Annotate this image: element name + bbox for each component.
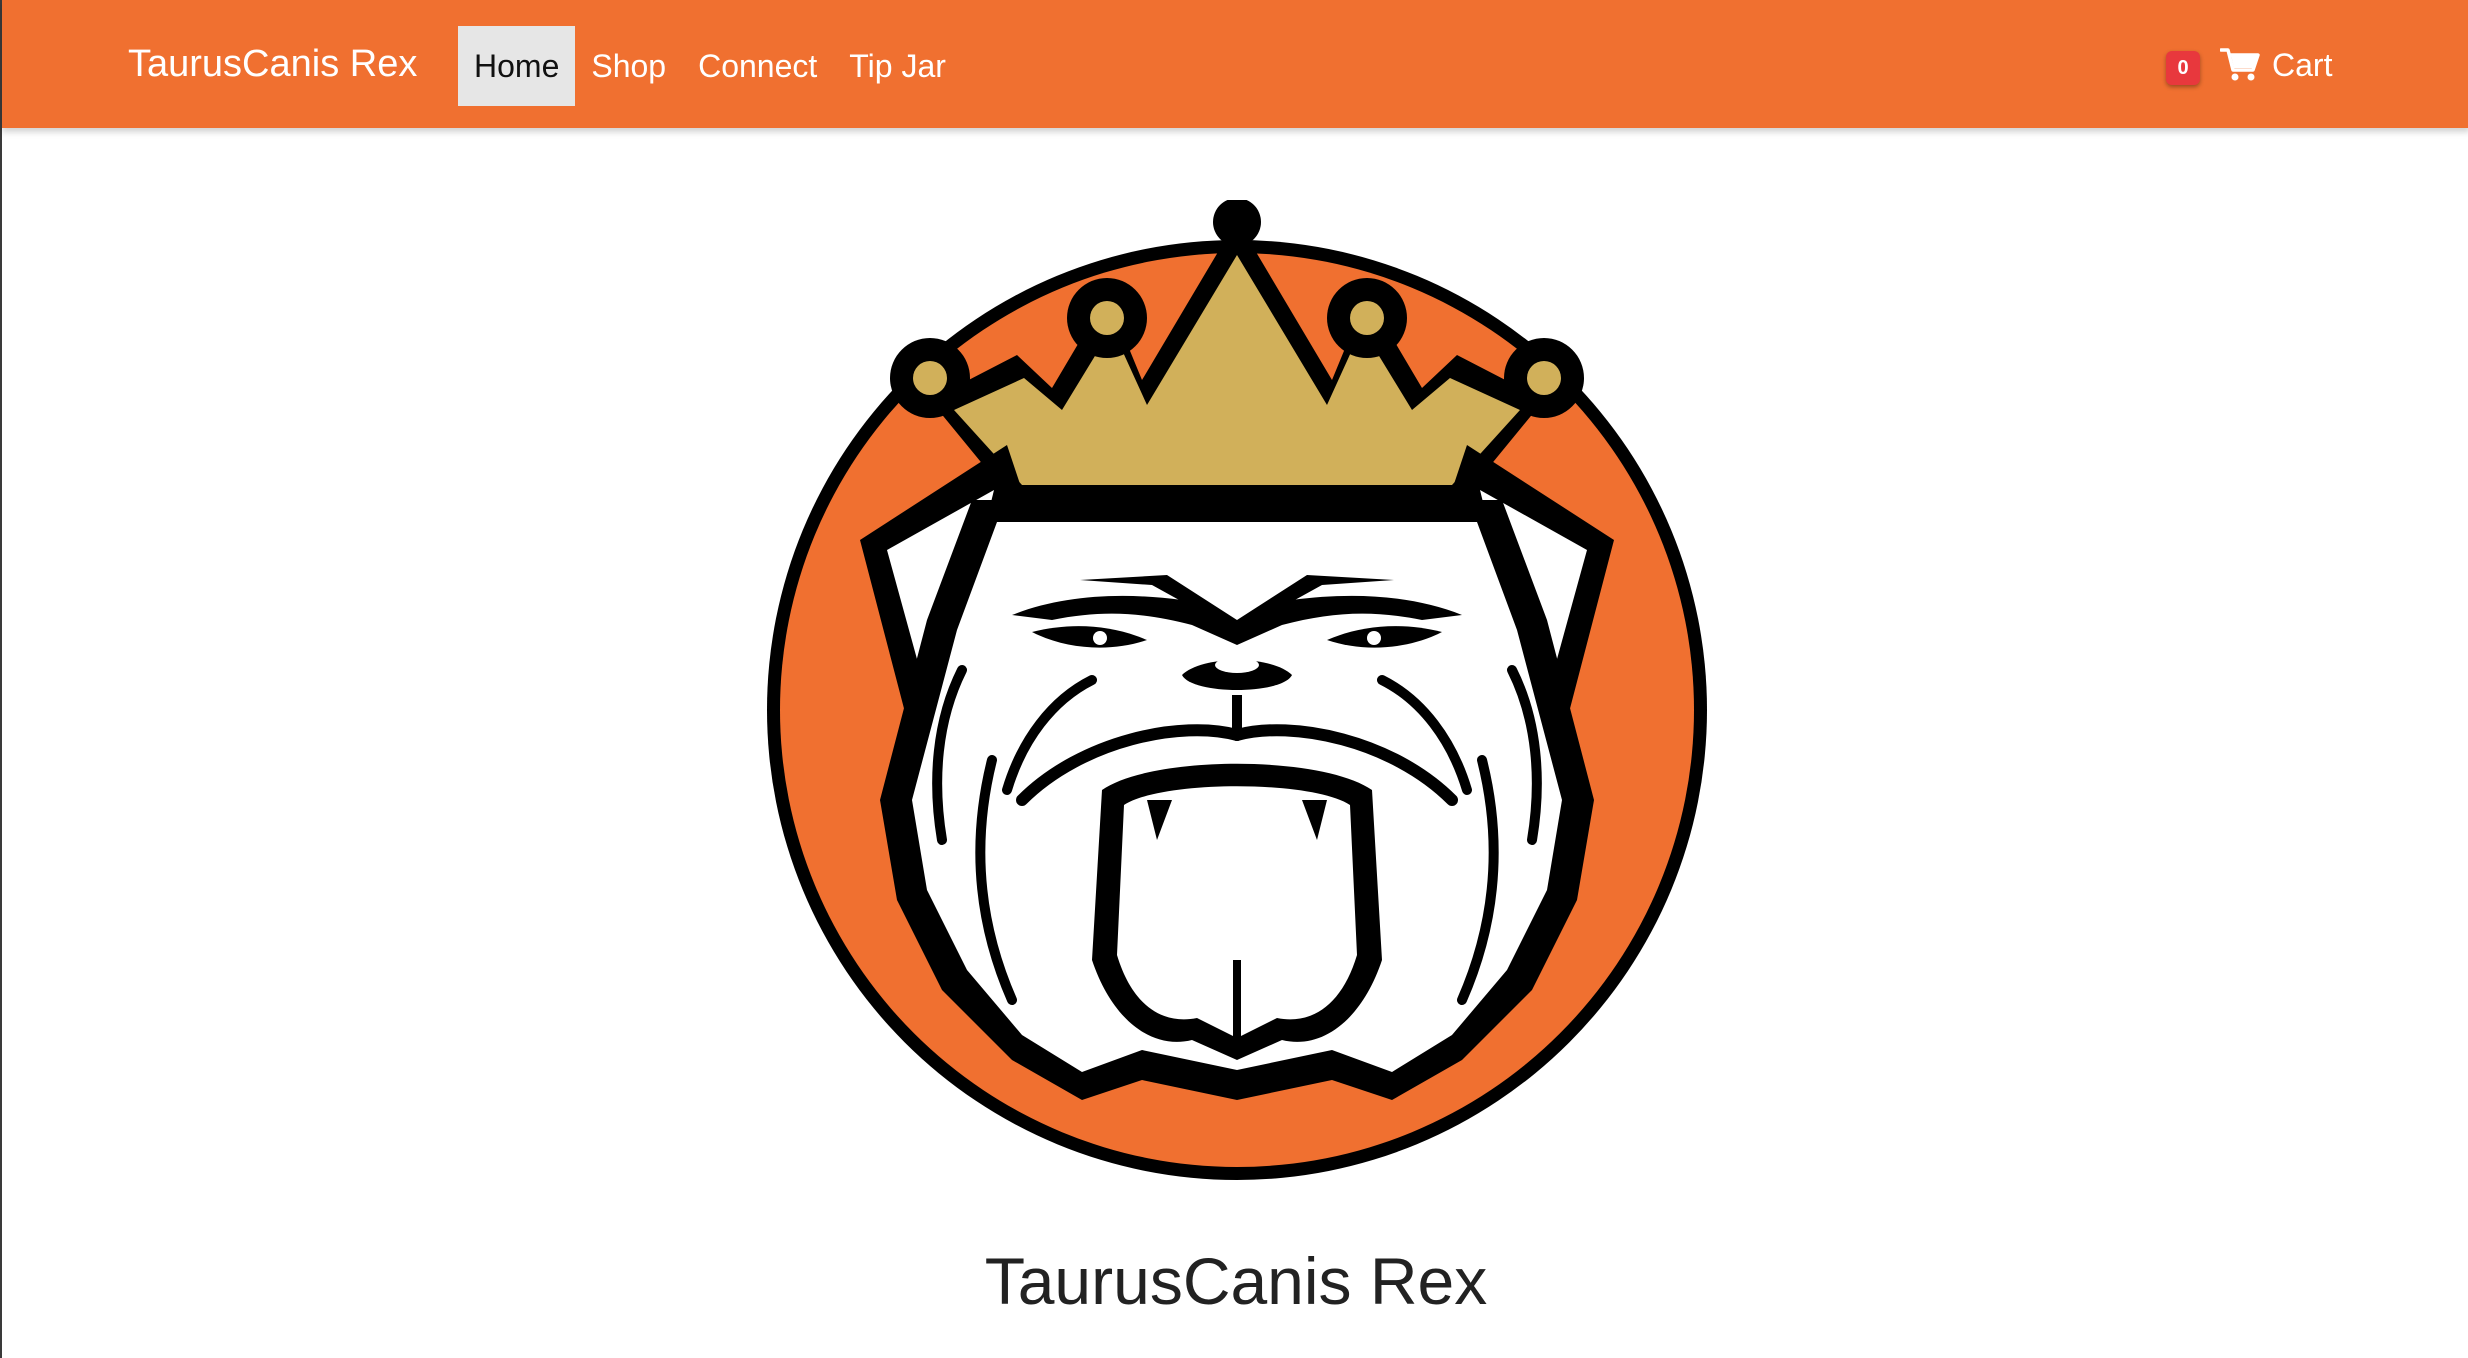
shopping-cart-icon	[2220, 48, 2260, 81]
nav-links: Home Shop Connect Tip Jar	[458, 26, 962, 106]
cart-button[interactable]: 0 Cart	[2166, 40, 2332, 90]
nav-link-tip-jar[interactable]: Tip Jar	[833, 26, 962, 106]
nav-link-connect[interactable]: Connect	[682, 26, 833, 106]
nav-link-shop[interactable]: Shop	[575, 26, 682, 106]
cart-label: Cart	[2272, 46, 2333, 83]
nav-link-home[interactable]: Home	[458, 26, 576, 106]
top-navbar: TaurusCanis Rex Home Shop Connect Tip Ja…	[2, 0, 2468, 128]
hero-title: TaurusCanis Rex	[984, 1244, 1488, 1318]
brand-link[interactable]: TaurusCanis Rex	[128, 32, 417, 96]
page: TaurusCanis Rex Home Shop Connect Tip Ja…	[0, 0, 2468, 1358]
cart-count-badge: 0	[2166, 51, 2200, 85]
crowned-bulldog-logo	[767, 200, 1707, 1180]
